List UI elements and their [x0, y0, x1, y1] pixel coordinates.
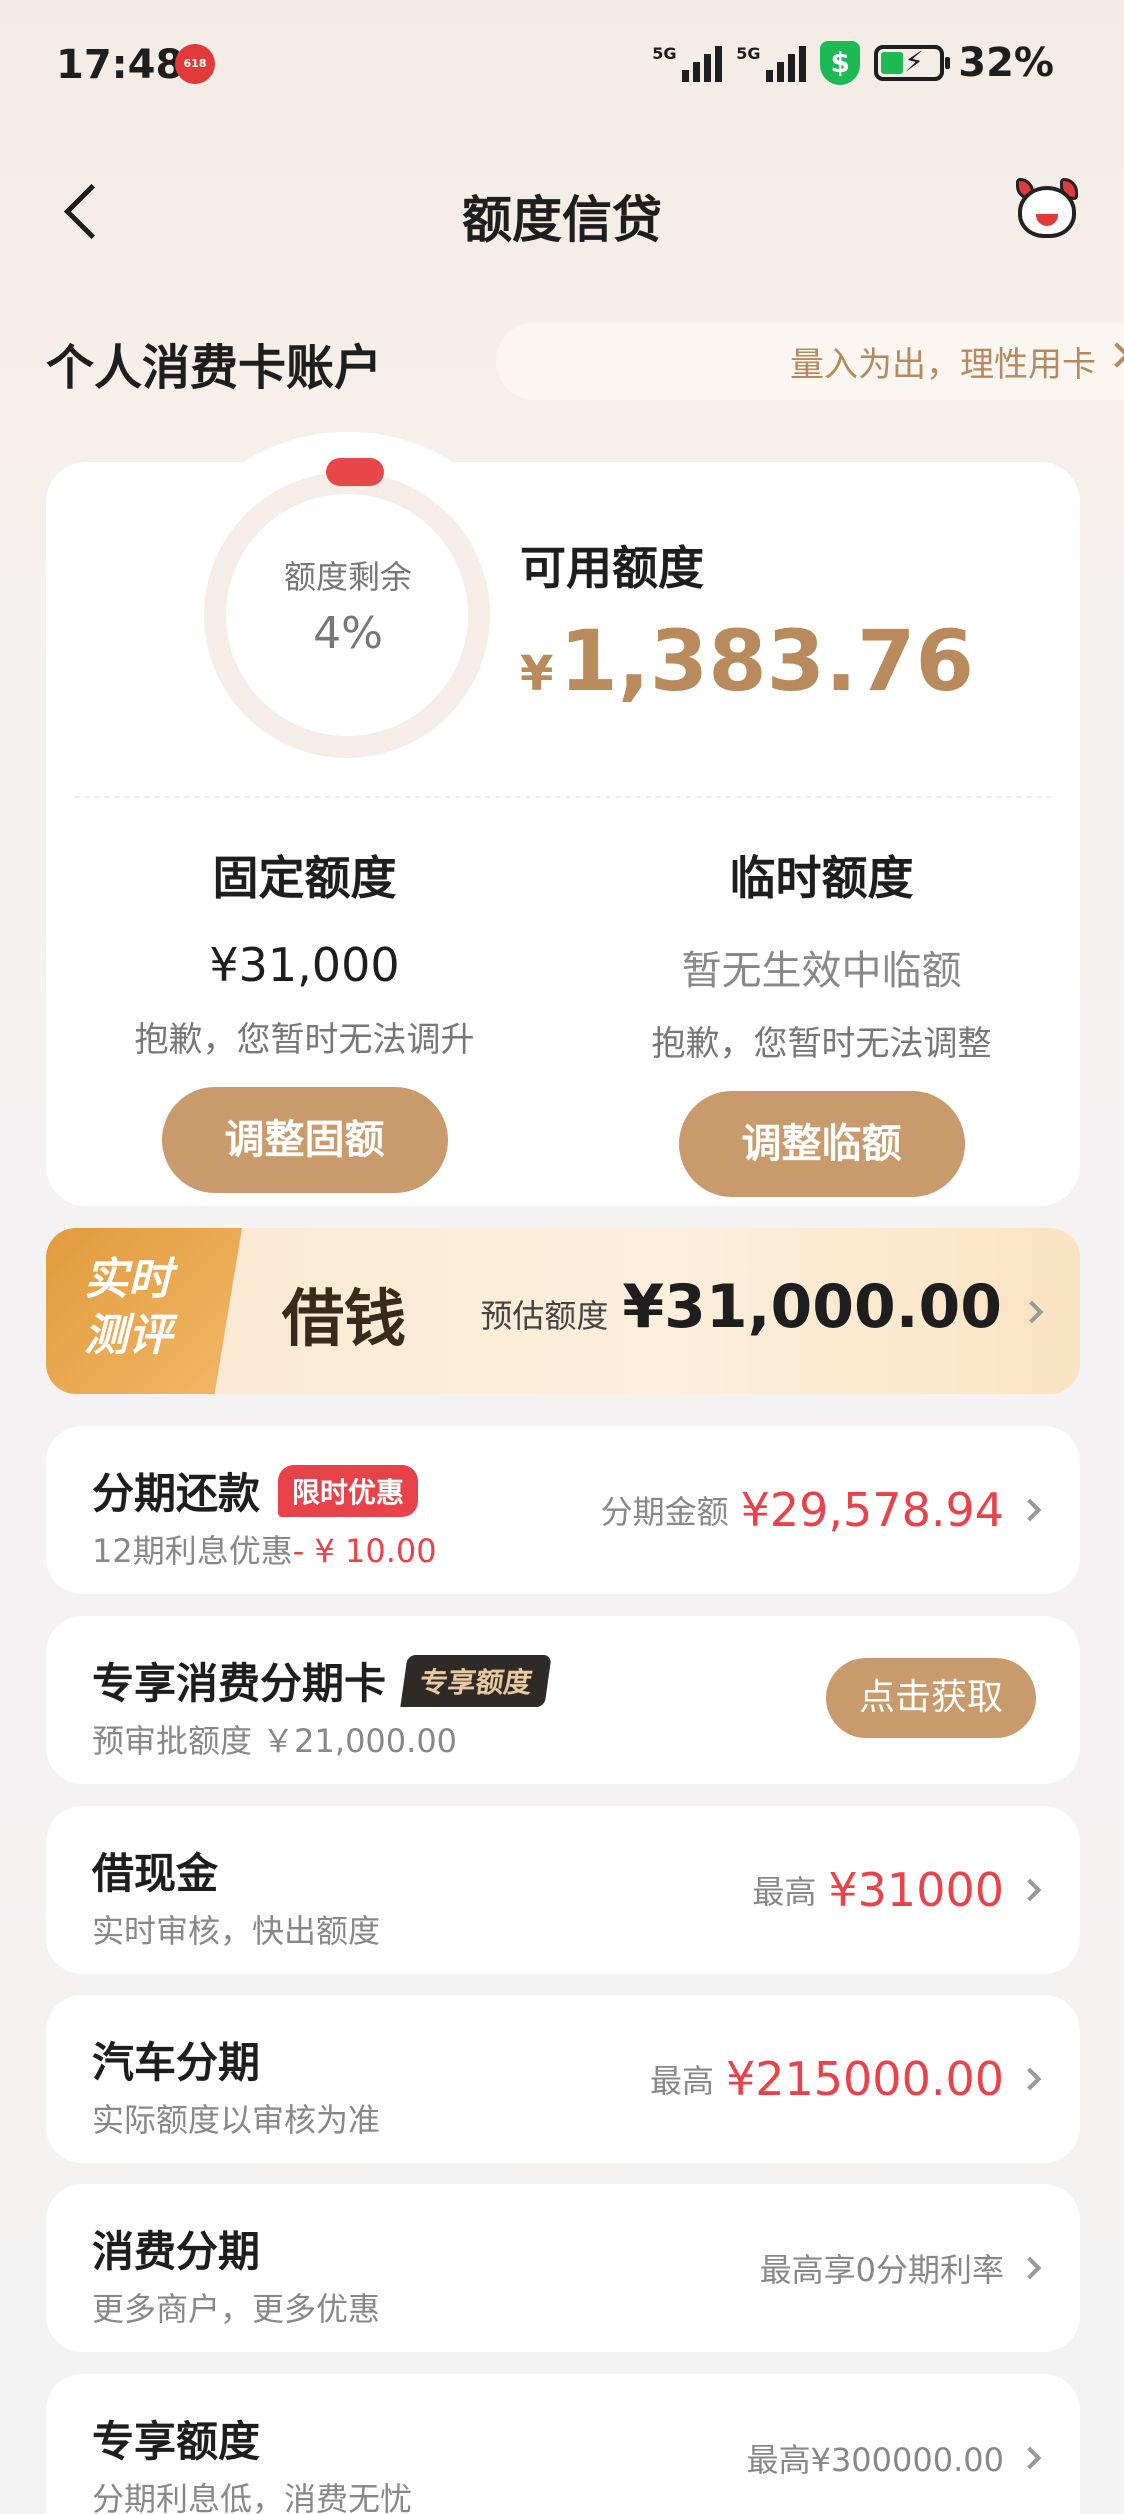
exclusive-badge: 专享额度: [400, 1654, 552, 1707]
temp-quota-desc: 抱歉，您暂时无法调整: [651, 1024, 992, 1064]
realtime-eval-tag: 实时 测评: [46, 1228, 242, 1394]
ring-percent: 4%: [313, 608, 383, 659]
chevron-right-icon: [1018, 1878, 1042, 1902]
page-title: 额度信贷: [462, 191, 662, 249]
estimate-label: 预估额度: [480, 1297, 609, 1335]
list-item-installment-repay[interactable]: 分期还款 限时优惠 12期利息优惠- ¥ 10.00 分期金额 ¥29,578.…: [46, 1426, 1080, 1594]
app-618-icon: 618: [175, 44, 215, 84]
item-right: 分期金额 ¥29,578.94: [601, 1426, 1004, 1594]
estimate-amount: ¥31,000.00: [622, 1272, 1002, 1342]
chevron-right-icon: [1020, 1300, 1044, 1324]
security-shield-icon: $: [820, 41, 861, 85]
chevron-right-icon: [1018, 1498, 1042, 1522]
borrow-estimate: 预估额度 ¥31,000.00: [480, 1272, 1002, 1342]
ring-progress: [326, 458, 384, 486]
signal-icon: 5G: [652, 44, 723, 82]
item-right-label: 最高: [649, 2062, 714, 2100]
item-name: 借现金: [92, 1840, 218, 1901]
item-right: 最高 ¥215000.00: [650, 1995, 1004, 2163]
chevron-right-icon: [1018, 2446, 1042, 2470]
item-title: 专享额度: [92, 2417, 261, 2466]
item-title: 借现金: [92, 1849, 219, 1898]
currency-symbol: ¥: [520, 646, 554, 702]
fixed-quota-column: 固定额度 ¥31,000 抱歉，您暂时无法调升 调整固额: [46, 842, 563, 1193]
get-now-button[interactable]: 点击获取: [826, 1658, 1036, 1738]
tag-line-2: 测评: [84, 1310, 172, 1361]
promo-badge: 限时优惠: [278, 1464, 419, 1517]
item-sub: 实际额度以审核为准: [92, 2101, 381, 2139]
chevron-right-icon: [1018, 2256, 1042, 2280]
network-type-label: 5G: [652, 44, 677, 63]
ring-label: 额度剩余: [283, 558, 412, 596]
available-amount: ¥1,383.76: [520, 612, 974, 710]
borrow-banner[interactable]: 实时 测评 借钱 预估额度 ¥31,000.00: [46, 1228, 1080, 1394]
item-sub: 预审批额度 ￥21,000.00: [92, 1722, 458, 1760]
fixed-quota-value: ¥31,000: [209, 938, 400, 992]
temp-quota-value: 暂无生效中临额: [681, 948, 962, 994]
available-label: 可用额度: [520, 541, 704, 595]
discount-amount: - ¥ 10.00: [292, 1532, 437, 1570]
item-right-amount: ¥215000.00: [725, 2052, 1004, 2106]
borrow-title: 借钱: [282, 1282, 407, 1355]
item-right-text: 最高¥300000.00: [746, 2441, 1004, 2479]
item-title: 消费分期: [92, 2227, 261, 2276]
item-sub: 分期利息低，消费无忧: [92, 2480, 413, 2514]
item-name: 分期还款 限时优惠: [92, 1460, 419, 1521]
adjust-fixed-button[interactable]: 调整固额: [161, 1087, 448, 1193]
item-right-label: 分期金额: [600, 1493, 729, 1531]
list-item-consumer-installment[interactable]: 消费分期 更多商户，更多优惠 最高享0分期利率: [46, 2184, 1080, 2352]
item-right: 最高¥300000.00: [747, 2374, 1004, 2514]
network-type-label-2: 5G: [736, 44, 761, 63]
item-right-label: 最高: [752, 1873, 817, 1911]
status-icons: 5G 5G $ ⚡ 32%: [652, 40, 1054, 86]
signal-icon-2: 5G: [736, 44, 807, 82]
list-item-exclusive-card[interactable]: 专享消费分期卡 专享额度 预审批额度 ￥21,000.00 点击获取: [46, 1616, 1080, 1784]
account-title: 个人消费卡账户: [46, 340, 383, 396]
item-right-text: 最高享0分期利率: [759, 2251, 1004, 2289]
account-tip-text: 量入为出，理性用卡: [790, 344, 1096, 385]
temp-quota-title: 临时额度: [729, 851, 914, 905]
item-sub: 实时审核，快出额度: [92, 1912, 381, 1950]
credit-quota-page: 17:48 618 5G 5G $ ⚡ 32% 额度信贷 个人消费卡账户 量入为…: [0, 0, 1124, 2514]
list-item-exclusive-quota[interactable]: 专享额度 分期利息低，消费无忧 最高¥300000.00: [46, 2374, 1080, 2514]
chevron-right-icon: [1018, 2067, 1042, 2091]
item-right: 最高 ¥31000: [752, 1806, 1004, 1974]
item-title: 专享消费分期卡: [92, 1659, 387, 1708]
item-title: 汽车分期: [92, 2038, 261, 2087]
item-name: 专享消费分期卡 专享额度: [92, 1650, 552, 1711]
item-right-amount: ¥29,578.94: [740, 1483, 1004, 1537]
status-time: 17:48: [56, 42, 184, 88]
battery-charging-icon: ⚡: [874, 45, 951, 81]
list-item-cash-loan[interactable]: 借现金 实时审核，快出额度 最高 ¥31000: [46, 1806, 1080, 1974]
fixed-quota-title: 固定额度: [212, 851, 397, 905]
account-tip-link[interactable]: 量入为出，理性用卡: [496, 322, 1124, 400]
item-title: 分期还款: [92, 1469, 261, 1518]
item-sub-text: 12期利息优惠: [92, 1532, 293, 1570]
chevron-right-icon: [1104, 342, 1124, 368]
nav-header: 额度信贷: [0, 160, 1124, 260]
tag-line-1: 实时: [84, 1254, 172, 1305]
item-right: 最高享0分期利率: [760, 2184, 1004, 2352]
divider: [74, 796, 1052, 798]
list-item-car-installment[interactable]: 汽车分期 实际额度以审核为准 最高 ¥215000.00: [46, 1995, 1080, 2163]
available-value: 1,383.76: [559, 612, 974, 710]
remaining-ring: 额度剩余 4%: [156, 432, 540, 812]
battery-percent: 32%: [958, 40, 1054, 86]
status-bar: 17:48 618 5G 5G $ ⚡ 32%: [0, 0, 1124, 130]
item-name: 汽车分期: [92, 2029, 260, 2090]
mascot-avatar-icon[interactable]: [1012, 178, 1082, 242]
item-name: 专享额度: [92, 2408, 260, 2469]
adjust-temp-button[interactable]: 调整临额: [678, 1091, 965, 1197]
item-name: 消费分期: [92, 2218, 260, 2279]
item-sub: 更多商户，更多优惠: [92, 2290, 381, 2328]
item-sub: 12期利息优惠- ¥ 10.00: [92, 1526, 437, 1572]
fixed-quota-desc: 抱歉，您暂时无法调升: [134, 1020, 475, 1060]
quota-card: 额度剩余 4% 可用额度 ¥1,383.76 固定额度 ¥31,000 抱歉，您…: [46, 432, 1080, 1206]
temp-quota-column: 临时额度 暂无生效中临额 抱歉，您暂时无法调整 调整临额: [563, 842, 1080, 1197]
item-right-amount: ¥31000: [828, 1863, 1004, 1917]
